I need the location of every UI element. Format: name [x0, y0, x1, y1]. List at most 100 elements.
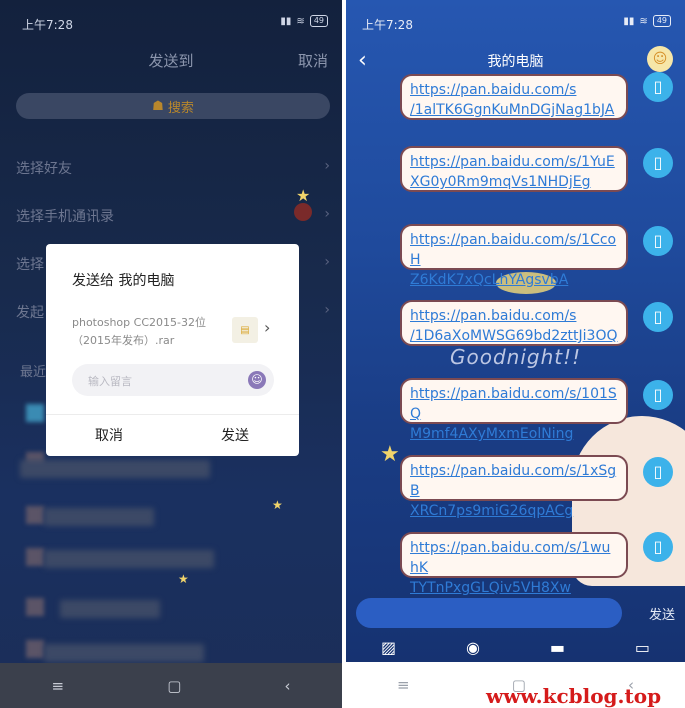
- row-label: 选择好友: [16, 161, 72, 177]
- chat-toolbar: ▨ ◉ ▬ ▭: [346, 632, 685, 662]
- page-title: 发送到: [148, 52, 194, 70]
- recent-label: 最近: [20, 365, 47, 380]
- camera-icon[interactable]: ◉: [466, 638, 480, 657]
- message-bubble: https://pan.baidu.com/s/1YuE XG0y0Rm9mqV…: [400, 146, 628, 192]
- status-icons: ▮▮ ≋ 49: [280, 15, 328, 27]
- watermark: www.kcblog.top: [486, 684, 662, 708]
- computer-avatar-icon: ▯: [643, 226, 673, 256]
- select-contacts-row[interactable]: 选择手机通讯录 ›: [16, 203, 334, 226]
- wallpaper-text: Goodnight!!: [450, 345, 582, 369]
- back-icon[interactable]: ‹: [284, 677, 290, 695]
- link-line[interactable]: XG0y0Rm9mqVs1NHDjEg: [410, 172, 618, 192]
- blurred-contact[interactable]: [44, 508, 154, 526]
- status-time: 上午7:28: [362, 18, 413, 32]
- cancel-button[interactable]: 取消: [298, 50, 328, 71]
- file-name: photoshop CC2015-32位（2015年发布）.rar: [72, 316, 206, 347]
- message-bubble: https://pan.baidu.com/s /1alTK6GgnKuMnDG…: [400, 74, 628, 120]
- send-dialog: 发送给 我的电脑 photoshop CC2015-32位（2015年发布）.r…: [46, 244, 299, 456]
- battery-icon: 49: [309, 15, 328, 27]
- row-label: 选择手机通讯录: [16, 209, 114, 225]
- chat-title: 我的电脑: [487, 54, 544, 70]
- right-phone-screen: Goodnight!! ★ 上午7:28 ▮▮ ≋ 49 ‹ 我的电脑 ☺ ht…: [346, 0, 685, 708]
- select-friend-row[interactable]: 选择好友 ›: [16, 158, 334, 178]
- computer-avatar-icon: ▯: [643, 532, 673, 562]
- red-badge: [294, 203, 312, 221]
- message-bubble: https://pan.baidu.com/s/1wuhK TYTnPxgGLQ…: [400, 532, 628, 596]
- menu-icon[interactable]: ≡: [397, 676, 410, 694]
- home-icon[interactable]: ▢: [167, 677, 181, 695]
- chevron-right-icon: ›: [324, 254, 330, 270]
- link-line[interactable]: Z6KdK7xQcLhYAgsvbA: [410, 270, 618, 290]
- wifi-icon: ≋: [296, 15, 305, 27]
- message-bubble: https://pan.baidu.com/s/1CcoH Z6KdK7xQcL…: [400, 224, 628, 288]
- link-line[interactable]: XRCn7ps9miG26qpACg: [410, 501, 618, 521]
- dialog-cancel-button[interactable]: 取消: [95, 425, 123, 445]
- blurred-contact[interactable]: [20, 460, 210, 478]
- row-label: 发起: [16, 305, 44, 321]
- link-line[interactable]: /1alTK6GgnKuMnDGjNag1bJA: [410, 100, 618, 120]
- link-line[interactable]: https://pan.baidu.com/s/101SQ: [410, 384, 618, 424]
- status-bar: 上午7:28 ▮▮ ≋ 49: [0, 0, 342, 40]
- star-decoration: ★: [178, 572, 189, 586]
- dialog-title: 发送给 我的电脑: [72, 273, 175, 289]
- computer-avatar-icon: ▯: [643, 72, 673, 102]
- blurred-avatar: [26, 548, 44, 566]
- message-placeholder: 输入留言: [88, 375, 132, 388]
- message-bubble: https://pan.baidu.com/s/1xSgB XRCn7ps9mi…: [400, 455, 628, 519]
- link-line[interactable]: https://pan.baidu.com/s/1CcoH: [410, 230, 618, 270]
- archive-file-icon: ▤: [232, 317, 258, 343]
- star-decoration: ★: [380, 442, 400, 467]
- left-phone-screen: 上午7:28 ▮▮ ≋ 49 发送到 取消 ☗ 搜索 选择好友 › 选择手机通讯…: [0, 0, 342, 708]
- avatar[interactable]: ☺: [647, 46, 673, 72]
- blurred-avatar: [26, 404, 44, 422]
- search-bar[interactable]: ☗ 搜索: [16, 93, 330, 119]
- computer-icon[interactable]: ▭: [635, 638, 650, 657]
- send-button[interactable]: 发送: [649, 604, 675, 623]
- blurred-contact[interactable]: [60, 600, 160, 618]
- status-time: 上午7:28: [22, 18, 73, 32]
- folder-icon[interactable]: ▬: [550, 638, 565, 657]
- divider: [46, 414, 299, 415]
- chat-input[interactable]: [356, 598, 622, 628]
- dialog-send-button[interactable]: 发送: [221, 425, 249, 445]
- system-navbar: ≡ ▢ ‹: [0, 663, 342, 708]
- link-line[interactable]: /1D6aXoMWSG69bd2zttJi3OQ: [410, 326, 618, 346]
- menu-icon[interactable]: ≡: [52, 677, 65, 695]
- signal-icon: ▮▮: [623, 15, 635, 27]
- link-line[interactable]: M9mf4AXyMxmEolNing: [410, 424, 618, 444]
- blurred-avatar: [26, 598, 44, 616]
- image-icon[interactable]: ▨: [381, 638, 396, 657]
- message-input[interactable]: 输入留言 ☺: [72, 364, 274, 396]
- link-line[interactable]: https://pan.baidu.com/s: [410, 80, 618, 100]
- blurred-contact[interactable]: [44, 550, 214, 568]
- link-line[interactable]: https://pan.baidu.com/s: [410, 306, 618, 326]
- computer-avatar-icon: ▯: [643, 302, 673, 332]
- link-line[interactable]: https://pan.baidu.com/s/1xSgB: [410, 461, 618, 501]
- status-icons: ▮▮ ≋ 49: [623, 15, 671, 27]
- blurred-avatar: [26, 506, 44, 524]
- wifi-icon: ≋: [639, 15, 648, 27]
- search-icon: ☗: [152, 98, 164, 114]
- blurred-avatar: [26, 640, 44, 658]
- search-label: 搜索: [167, 100, 194, 116]
- message-bubble: https://pan.baidu.com/s/101SQ M9mf4AXyMx…: [400, 378, 628, 442]
- star-decoration: ★: [296, 186, 311, 205]
- chevron-right-icon: ›: [324, 206, 330, 222]
- chevron-right-icon: ›: [324, 302, 330, 318]
- message-bubble: https://pan.baidu.com/s /1D6aXoMWSG69bd2…: [400, 300, 628, 346]
- star-decoration: ★: [272, 498, 283, 512]
- blurred-contact[interactable]: [44, 644, 204, 662]
- computer-avatar-icon: ▯: [643, 148, 673, 178]
- emoji-icon[interactable]: ☺: [248, 371, 266, 389]
- computer-avatar-icon: ▯: [643, 457, 673, 487]
- chevron-right-icon: ›: [324, 158, 330, 174]
- status-bar: 上午7:28 ▮▮ ≋ 49: [346, 0, 685, 40]
- chevron-right-icon[interactable]: ›: [264, 318, 270, 337]
- link-line[interactable]: https://pan.baidu.com/s/1YuE: [410, 152, 618, 172]
- signal-icon: ▮▮: [280, 15, 292, 27]
- row-label: 选择: [16, 257, 44, 273]
- battery-icon: 49: [652, 15, 671, 27]
- chat-input-bar: 发送: [346, 592, 685, 632]
- link-line[interactable]: https://pan.baidu.com/s/1wuhK: [410, 538, 618, 578]
- computer-avatar-icon: ▯: [643, 380, 673, 410]
